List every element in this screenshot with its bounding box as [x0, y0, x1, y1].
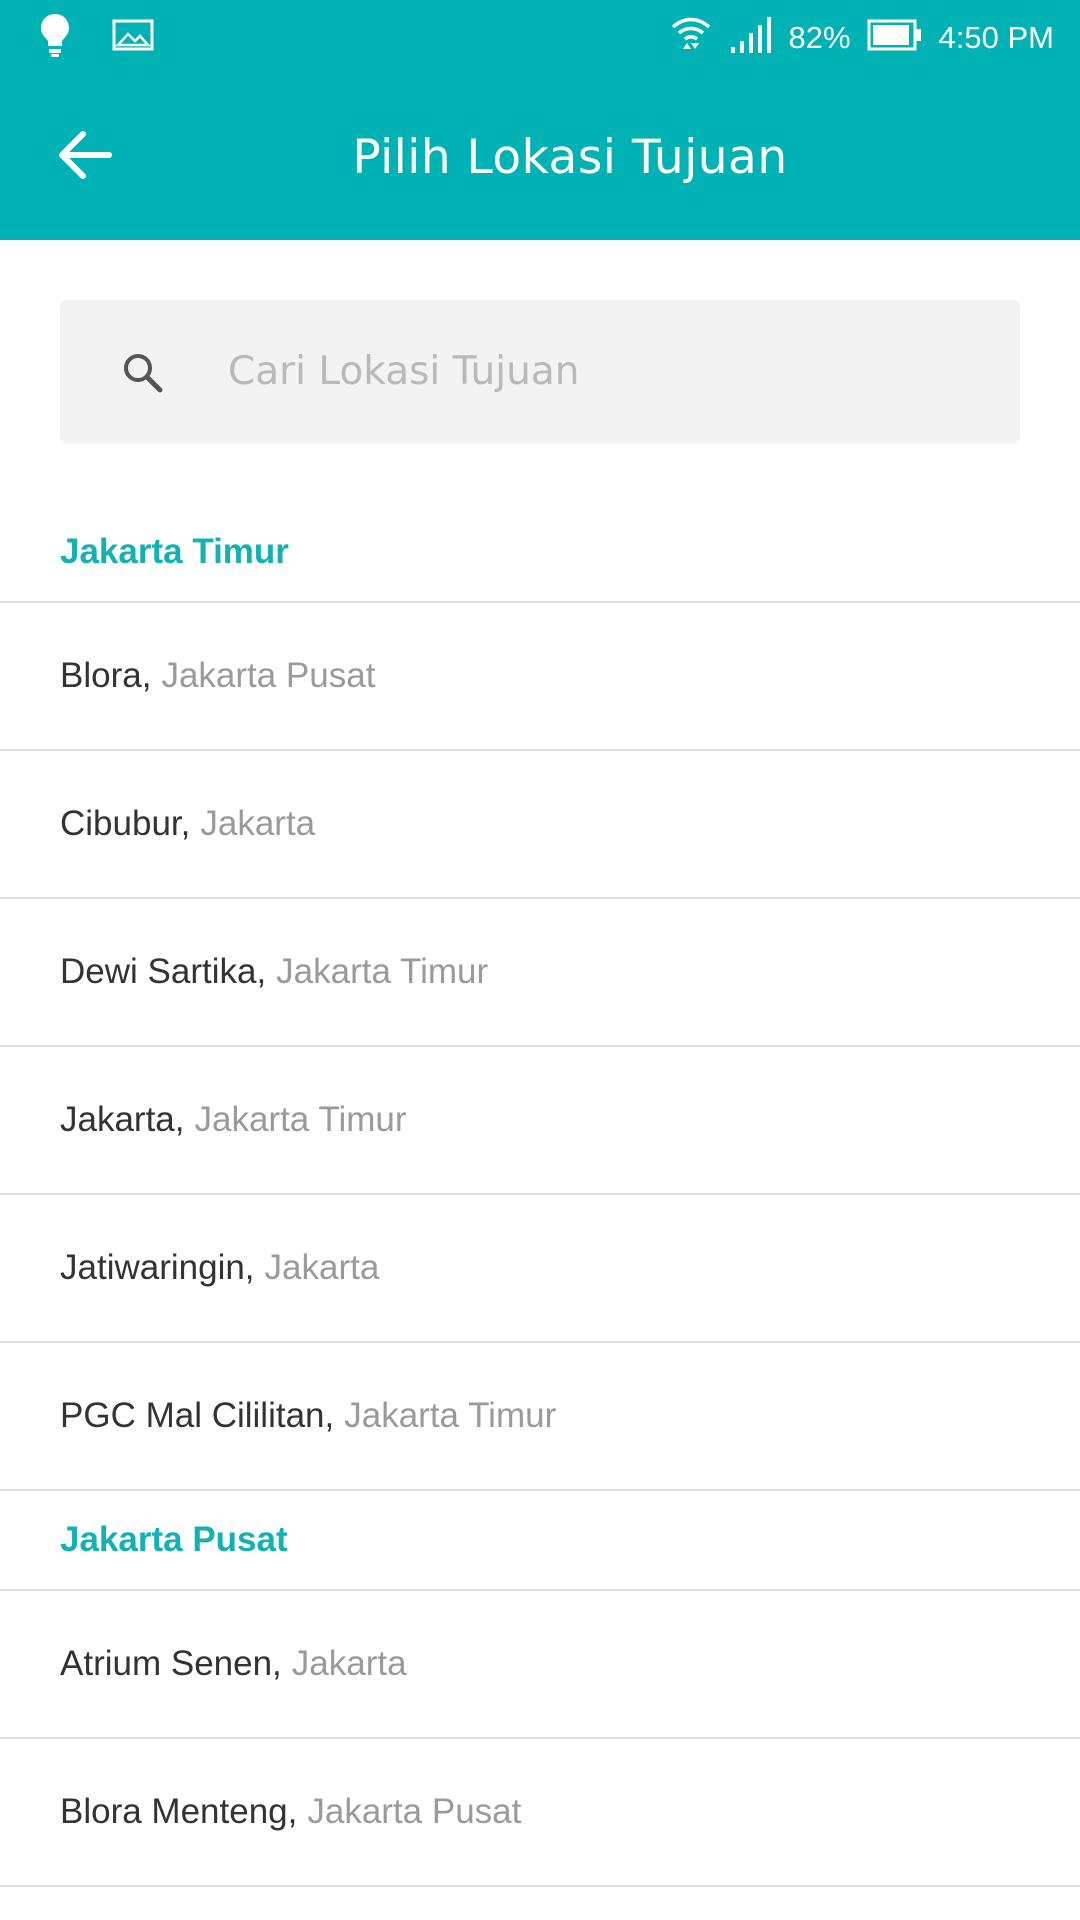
- location-name: Atrium Senen,: [60, 1644, 282, 1683]
- location-name: Blora,: [60, 656, 152, 695]
- search-input[interactable]: [228, 300, 988, 443]
- battery-percent: 82%: [788, 19, 851, 55]
- search-box[interactable]: [60, 300, 1020, 443]
- location-name: PGC Mal Cililitan,: [60, 1396, 335, 1435]
- location-region: Jakarta Pusat: [161, 656, 376, 695]
- location-name: Blora Menteng,: [60, 1792, 298, 1831]
- wifi-icon: [669, 13, 713, 62]
- app-bar: Pilih Lokasi Tujuan: [0, 75, 1080, 240]
- location-region: Jakarta Timur: [276, 952, 489, 991]
- location-name: Dewi Sartika,: [60, 952, 267, 991]
- list-item[interactable]: PGC Mal Cililitan, Jakarta Timur: [0, 1343, 1080, 1491]
- list-item[interactable]: Dewi Sartika, Jakarta Timur: [0, 899, 1080, 1047]
- list-item[interactable]: Jakarta, Jakarta Timur: [0, 1047, 1080, 1195]
- lightbulb-icon: [38, 12, 72, 63]
- location-name: Cibubur,: [60, 804, 191, 843]
- location-list: Jakarta Timur Blora, Jakarta Pusat Cibub…: [0, 503, 1080, 1887]
- battery-icon: [867, 19, 923, 56]
- status-bar-left: [38, 12, 194, 63]
- list-item[interactable]: Blora Menteng, Jakarta Pusat: [0, 1739, 1080, 1887]
- location-name: Jakarta,: [60, 1100, 185, 1139]
- location-region: Jakarta: [291, 1644, 407, 1683]
- status-bar-right: 82% 4:50 PM: [653, 13, 1054, 62]
- location-region: Jakarta Timur: [344, 1396, 557, 1435]
- list-item[interactable]: Jatiwaringin, Jakarta: [0, 1195, 1080, 1343]
- location-region: Jakarta Pusat: [307, 1792, 522, 1831]
- location-region: Jakarta: [264, 1248, 380, 1287]
- list-item[interactable]: Blora, Jakarta Pusat: [0, 603, 1080, 751]
- section-header: Jakarta Pusat: [0, 1491, 1080, 1591]
- status-bar: 82% 4:50 PM: [0, 0, 1080, 75]
- location-region: Jakarta Timur: [194, 1100, 407, 1139]
- page-title: Pilih Lokasi Tujuan: [352, 130, 788, 185]
- gallery-icon: [112, 18, 154, 57]
- location-region: Jakarta: [200, 804, 316, 843]
- clock: 4:50 PM: [938, 19, 1054, 55]
- section-header: Jakarta Timur: [0, 503, 1080, 603]
- list-item[interactable]: Cibubur, Jakarta: [0, 751, 1080, 899]
- signal-icon: [729, 15, 773, 60]
- list-item[interactable]: Atrium Senen, Jakarta: [0, 1591, 1080, 1739]
- location-name: Jatiwaringin,: [60, 1248, 255, 1287]
- search-icon: [124, 353, 163, 392]
- app-root: 82% 4:50 PM Pilih Lokasi Tujuan Cari Lok…: [0, 0, 1080, 1920]
